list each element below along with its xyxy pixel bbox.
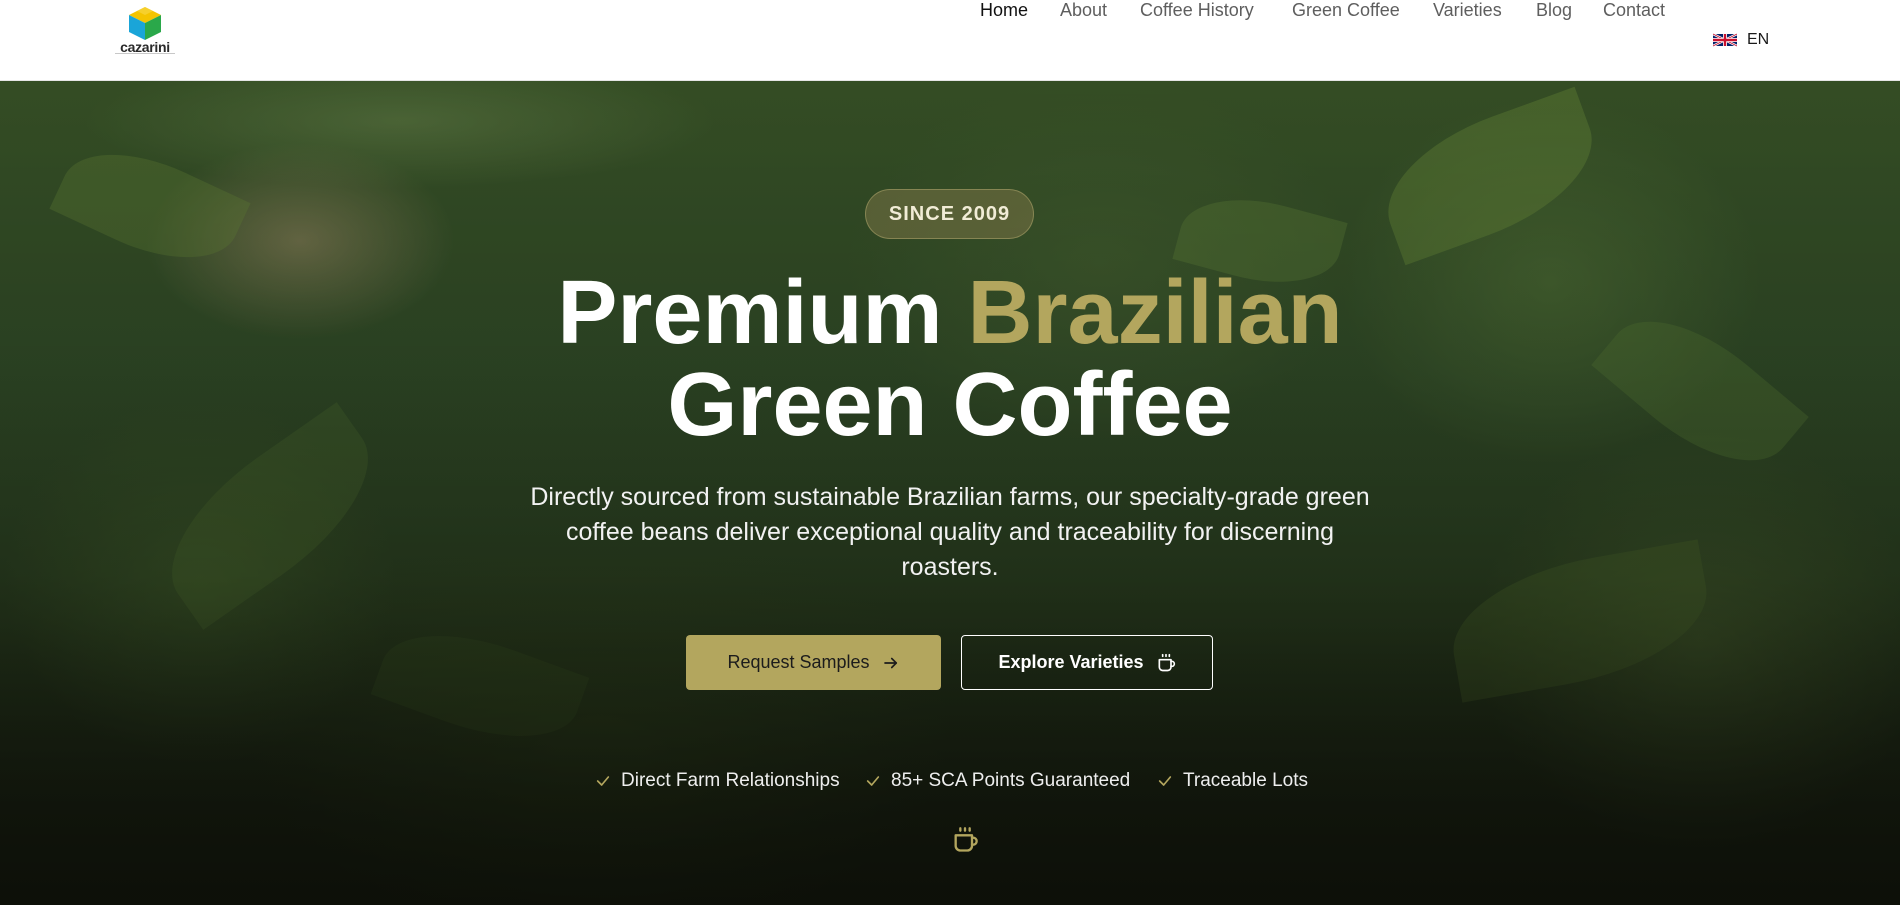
feature-item: 85+ SCA Points Guaranteed — [865, 770, 1130, 792]
nav-green-coffee[interactable]: Green Coffee — [1292, 0, 1400, 21]
check-icon — [1158, 776, 1172, 786]
nav-contact[interactable]: Contact — [1603, 0, 1665, 21]
since-badge: SINCE 2009 — [865, 189, 1034, 239]
site-header: cazarini Home About Coffee History Green… — [0, 0, 1900, 81]
nav-blog[interactable]: Blog — [1536, 0, 1572, 21]
feature-list: Direct Farm Relationships 85+ SCA Points… — [0, 770, 1900, 794]
language-selector[interactable]: EN — [1713, 30, 1769, 50]
coffee-cup-icon — [1158, 653, 1175, 671]
arrow-right-icon — [883, 657, 897, 668]
nav-home[interactable]: Home — [980, 0, 1028, 21]
headline-premium: Premium — [557, 263, 943, 363]
feature-label: Traceable Lots — [1183, 770, 1308, 791]
language-label: EN — [1747, 31, 1770, 48]
headline-brazilian: Brazilian — [967, 263, 1343, 363]
nav-about[interactable]: About — [1060, 0, 1107, 21]
logo-cube-icon — [129, 7, 161, 40]
feature-item: Direct Farm Relationships — [595, 770, 840, 792]
scroll-down-coffee-cup-icon[interactable] — [951, 826, 979, 854]
headline-green-coffee: Green Coffee — [667, 355, 1233, 455]
nav-varieties[interactable]: Varieties — [1433, 0, 1502, 21]
uk-flag-icon — [1713, 33, 1737, 47]
feature-label: Direct Farm Relationships — [621, 770, 840, 791]
nav-coffee-history[interactable]: Coffee History — [1140, 0, 1254, 21]
feature-label: 85+ SCA Points Guaranteed — [891, 770, 1131, 791]
brand-logo[interactable]: cazarini — [115, 6, 175, 56]
hero-subtitle: Directly sourced from sustainable Brazil… — [530, 483, 1370, 581]
hero-section: SINCE 2009 Premium Brazilian Green Coffe… — [0, 81, 1900, 905]
check-icon — [596, 776, 610, 786]
request-samples-label: Request Samples — [727, 652, 870, 672]
explore-varieties-label: Explore Varieties — [998, 652, 1144, 672]
logo-tagline-line — [115, 53, 175, 55]
hero-headline: Premium Brazilian Green Coffee — [350, 267, 1550, 451]
explore-varieties-button[interactable]: Explore Varieties — [961, 635, 1213, 690]
check-icon — [866, 776, 880, 786]
request-samples-button[interactable]: Request Samples — [686, 635, 941, 690]
feature-item: Traceable Lots — [1157, 770, 1308, 792]
